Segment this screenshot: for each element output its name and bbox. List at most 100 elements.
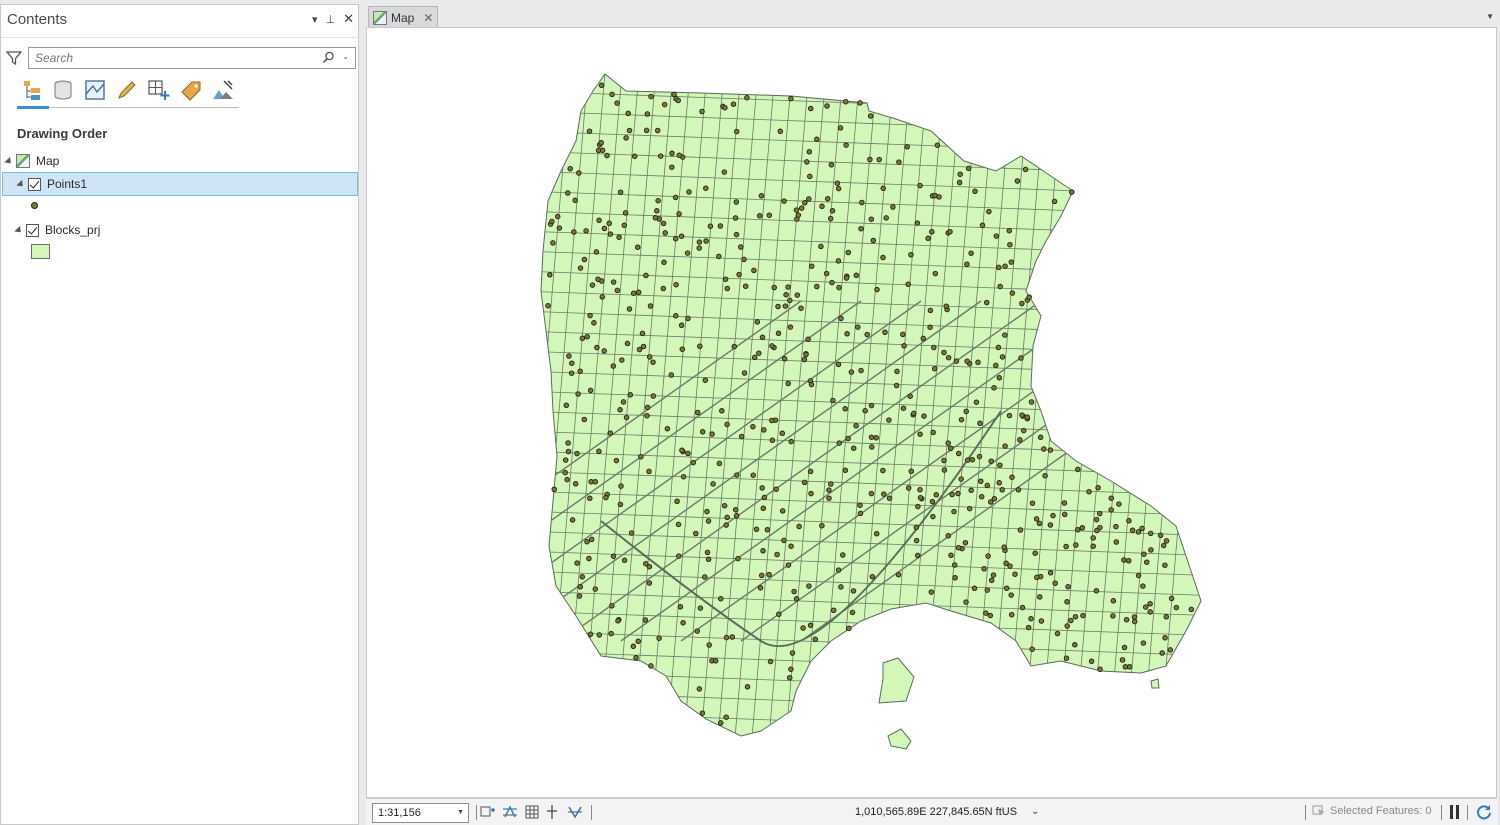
point-feature xyxy=(750,423,756,430)
search-options-icon[interactable]: ⌄ xyxy=(342,52,349,61)
point-feature xyxy=(914,220,921,226)
point-feature xyxy=(981,566,987,572)
close-tab-icon[interactable]: ✕ xyxy=(423,11,433,25)
tab-map[interactable]: Map ✕ xyxy=(368,6,438,28)
pause-drawing-button[interactable] xyxy=(1449,805,1461,819)
point-feature xyxy=(1018,355,1024,361)
point-feature xyxy=(734,472,740,478)
tree-item-blocks-prj[interactable]: Blocks_prj xyxy=(14,219,101,241)
point-feature xyxy=(1075,527,1081,533)
map-canvas[interactable] xyxy=(367,28,1498,799)
point-feature xyxy=(1110,598,1117,604)
list-by-source-icon[interactable] xyxy=(51,78,75,104)
point-feature xyxy=(908,468,915,475)
point-feature xyxy=(622,210,629,216)
point-feature xyxy=(1141,551,1147,557)
point-feature xyxy=(592,586,599,592)
constraints-icon[interactable] xyxy=(567,804,583,820)
point-feature xyxy=(949,491,955,498)
point-feature xyxy=(963,408,969,415)
point-feature xyxy=(808,490,814,497)
point-feature xyxy=(601,225,608,232)
point-feature xyxy=(674,498,680,505)
point-feature xyxy=(826,487,832,493)
list-by-drawing-order-icon[interactable] xyxy=(19,78,43,104)
tab-overflow-icon[interactable]: ▼ xyxy=(1486,12,1494,21)
list-by-editing-icon[interactable] xyxy=(115,78,139,104)
point-feature xyxy=(835,258,842,264)
point-feature xyxy=(997,283,1003,290)
layer-label: Blocks_prj xyxy=(45,223,101,237)
point-feature xyxy=(895,571,902,578)
point-feature xyxy=(1135,572,1142,579)
expand-icon[interactable] xyxy=(14,225,24,235)
rotation-icon[interactable] xyxy=(502,804,518,820)
pane-options-icon[interactable]: ▾ xyxy=(312,13,318,26)
point-symbol-swatch[interactable] xyxy=(31,202,38,209)
list-by-selection-icon[interactable] xyxy=(83,78,107,104)
point-feature xyxy=(601,348,607,354)
close-icon[interactable]: ✕ xyxy=(343,11,354,27)
map-view[interactable] xyxy=(366,27,1497,798)
point-feature xyxy=(759,485,765,491)
point-feature xyxy=(704,549,711,556)
point-feature xyxy=(925,235,931,242)
selection-icon xyxy=(1312,805,1325,816)
refresh-icon[interactable] xyxy=(1475,803,1493,821)
point-feature xyxy=(1113,539,1120,545)
chevron-down-icon[interactable]: ▼ xyxy=(457,809,464,816)
expand-icon[interactable] xyxy=(16,179,26,189)
search-input[interactable] xyxy=(33,48,323,68)
point-feature xyxy=(1003,560,1009,566)
point-feature xyxy=(606,220,612,227)
grid-icon[interactable] xyxy=(524,804,540,820)
point-feature xyxy=(774,551,780,558)
layer-visibility-checkbox[interactable] xyxy=(26,223,39,237)
point-feature xyxy=(869,573,876,580)
point-feature xyxy=(644,404,651,411)
point-feature xyxy=(723,522,729,528)
list-by-snapping-icon[interactable] xyxy=(147,78,171,104)
scale-selector[interactable]: 1:31,156 ▼ xyxy=(372,803,469,823)
expand-icon[interactable] xyxy=(4,156,14,166)
search-icon[interactable] xyxy=(322,51,335,64)
point-feature xyxy=(616,234,622,240)
point-feature xyxy=(1006,227,1013,234)
pin-icon[interactable]: ⊥ xyxy=(326,13,336,26)
point-feature xyxy=(760,548,766,554)
point-feature xyxy=(1129,527,1136,533)
point-feature xyxy=(643,272,649,279)
snapping-icon[interactable] xyxy=(545,804,561,820)
point-feature xyxy=(996,375,1003,381)
divider xyxy=(1441,805,1442,820)
tree-item-points1[interactable]: Points1 xyxy=(2,172,358,196)
point-feature xyxy=(788,95,794,102)
point-feature xyxy=(693,530,699,537)
fixed-zoom-icon[interactable] xyxy=(480,804,496,820)
point-feature xyxy=(835,361,842,368)
point-feature xyxy=(610,553,617,559)
chevron-down-icon[interactable]: ⌄ xyxy=(1031,806,1039,817)
point-feature xyxy=(867,113,874,119)
point-feature xyxy=(1017,527,1024,533)
point-feature xyxy=(952,575,958,581)
point-feature xyxy=(635,289,642,296)
search-box[interactable]: ⌄ xyxy=(28,47,356,69)
list-by-labeling-icon[interactable] xyxy=(179,78,203,104)
polygon-symbol-swatch[interactable] xyxy=(31,244,50,259)
point-feature xyxy=(696,245,702,251)
point-feature xyxy=(642,617,649,623)
point-feature xyxy=(1163,614,1170,620)
point-feature xyxy=(984,482,991,489)
filter-icon[interactable] xyxy=(6,50,22,66)
point-feature xyxy=(647,303,654,309)
point-feature xyxy=(836,440,843,446)
layer-visibility-checkbox[interactable] xyxy=(28,177,41,191)
tree-item-map[interactable]: Map xyxy=(4,150,59,172)
list-by-perspective-imagery-icon[interactable] xyxy=(211,78,235,104)
point-feature xyxy=(741,370,748,376)
point-feature xyxy=(756,350,762,356)
point-feature xyxy=(829,279,835,286)
point-feature xyxy=(579,335,586,342)
selected-features-indicator[interactable]: Selected Features: 0 xyxy=(1312,805,1432,817)
